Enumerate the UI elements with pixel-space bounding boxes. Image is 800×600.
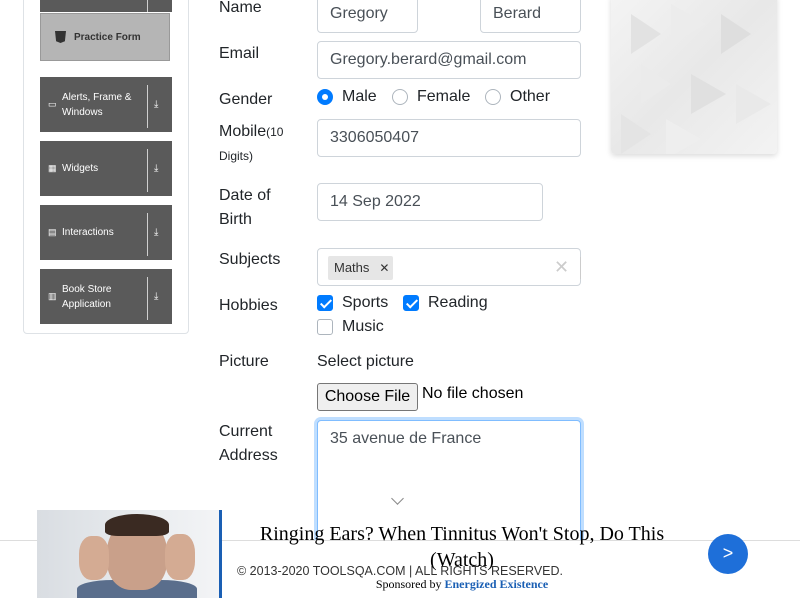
sidebar-group-label: Book Store Application [62, 283, 112, 310]
hobby-music[interactable]: Music [317, 318, 384, 336]
last-name-input[interactable]: Berard [480, 0, 581, 33]
ad-sponsor-prefix: Sponsored by [375, 577, 442, 591]
subjects-input[interactable]: Maths ✕ ✕ [317, 248, 581, 286]
html5-icon [55, 31, 66, 43]
download-icon[interactable]: ⤓ [154, 99, 158, 110]
address-label-line2: Address [219, 447, 278, 464]
hobby-sports[interactable]: Sports [317, 294, 388, 312]
checkbox-label: Reading [428, 294, 488, 311]
radio-label: Female [417, 88, 471, 105]
ad-sponsor: Sponsored by Energized Existence [232, 577, 692, 592]
dob-label: Date of Birth [219, 184, 271, 232]
sidebar-group-widgets[interactable]: ▦ Widgets ⤓ [40, 141, 172, 196]
download-icon[interactable]: ⤓ [154, 163, 158, 174]
sidebar-group-book-store[interactable]: ▥ Book Store Application ⤓ [40, 269, 172, 324]
divider [147, 213, 148, 256]
radio-label: Other [510, 88, 551, 105]
ad-image[interactable] [37, 510, 222, 598]
interactions-icon: ▤ [48, 227, 57, 237]
subject-chip: Maths ✕ [328, 256, 394, 280]
gender-other[interactable]: Other [485, 88, 550, 106]
file-status: No file chosen [422, 385, 524, 402]
ad-banner[interactable] [611, 0, 777, 154]
radio-button[interactable] [392, 89, 408, 105]
mobile-label-text: Mobile [219, 123, 267, 140]
picture-label: Picture [219, 353, 269, 370]
ad-next-button[interactable]: > [708, 534, 748, 574]
window-icon: ▭ [48, 99, 57, 109]
email-input[interactable]: Gregory.berard@gmail.com [317, 41, 581, 79]
mobile-label: Mobile(10 Digits) [219, 120, 309, 168]
divider [147, 149, 148, 192]
widgets-icon: ▦ [48, 163, 57, 173]
sidebar-item-practice-form[interactable]: Practice Form [40, 13, 170, 61]
download-icon[interactable]: ⤓ [154, 291, 158, 302]
separator [580, 257, 581, 279]
clear-icon[interactable]: ✕ [554, 257, 569, 277]
ad-sponsor-brand[interactable]: Energized Existence [445, 577, 549, 591]
divider [147, 0, 148, 12]
mobile-input[interactable]: 3306050407 [317, 119, 581, 157]
name-label: Name [219, 0, 262, 16]
sidebar-group-label: Interactions [62, 227, 114, 238]
sidebar-group-label: Alerts, Frame & Windows [62, 91, 132, 118]
gender-male[interactable]: Male [317, 88, 377, 106]
select-picture-label: Select picture [317, 353, 414, 370]
sidebar-group-label: Widgets [62, 163, 99, 174]
checkbox-label: Sports [342, 294, 389, 311]
book-icon: ▥ [48, 291, 57, 301]
divider [147, 85, 148, 128]
triangle-pattern [621, 4, 771, 154]
email-label: Email [219, 45, 260, 62]
ad-figure-hand [165, 534, 195, 580]
sidebar-group-interactions[interactable]: ▤ Interactions ⤓ [40, 205, 172, 260]
hobbies-label: Hobbies [219, 297, 278, 314]
checkbox[interactable] [403, 295, 419, 311]
sidebar-collapsed-card[interactable] [40, 0, 172, 12]
gender-female[interactable]: Female [392, 88, 470, 106]
radio-button[interactable] [317, 89, 333, 105]
radio-button[interactable] [485, 89, 501, 105]
hobby-reading[interactable]: Reading [403, 294, 488, 312]
subject-chip-label: Maths [334, 260, 370, 275]
dob-label-line1: Date of [219, 187, 271, 204]
sidebar-group-alerts[interactable]: ▭ Alerts, Frame & Windows ⤓ [40, 77, 172, 132]
first-name-input[interactable]: Gregory [317, 0, 418, 33]
address-label-line1: Current [219, 423, 273, 440]
gender-label: Gender [219, 91, 273, 108]
ad-figure-hair [105, 514, 169, 536]
subjects-label: Subjects [219, 251, 281, 268]
checkbox[interactable] [317, 319, 333, 335]
dob-label-line2: Birth [219, 211, 252, 228]
divider [147, 277, 148, 320]
ad-headline[interactable]: Ringing Ears? When Tinnitus Won't Stop, … [232, 521, 692, 573]
sidebar-item-label: Practice Form [74, 31, 141, 43]
radio-label: Male [342, 88, 377, 105]
checkbox-label: Music [342, 318, 384, 335]
current-address-label: Current Address [219, 420, 278, 468]
remove-chip-icon[interactable]: ✕ [375, 256, 393, 280]
date-of-birth-input[interactable]: 14 Sep 2022 [317, 183, 543, 221]
choose-file-button[interactable]: Choose File [317, 383, 418, 411]
ad-figure-hand [79, 536, 109, 580]
download-icon[interactable]: ⤓ [154, 227, 158, 238]
checkbox[interactable] [317, 295, 333, 311]
